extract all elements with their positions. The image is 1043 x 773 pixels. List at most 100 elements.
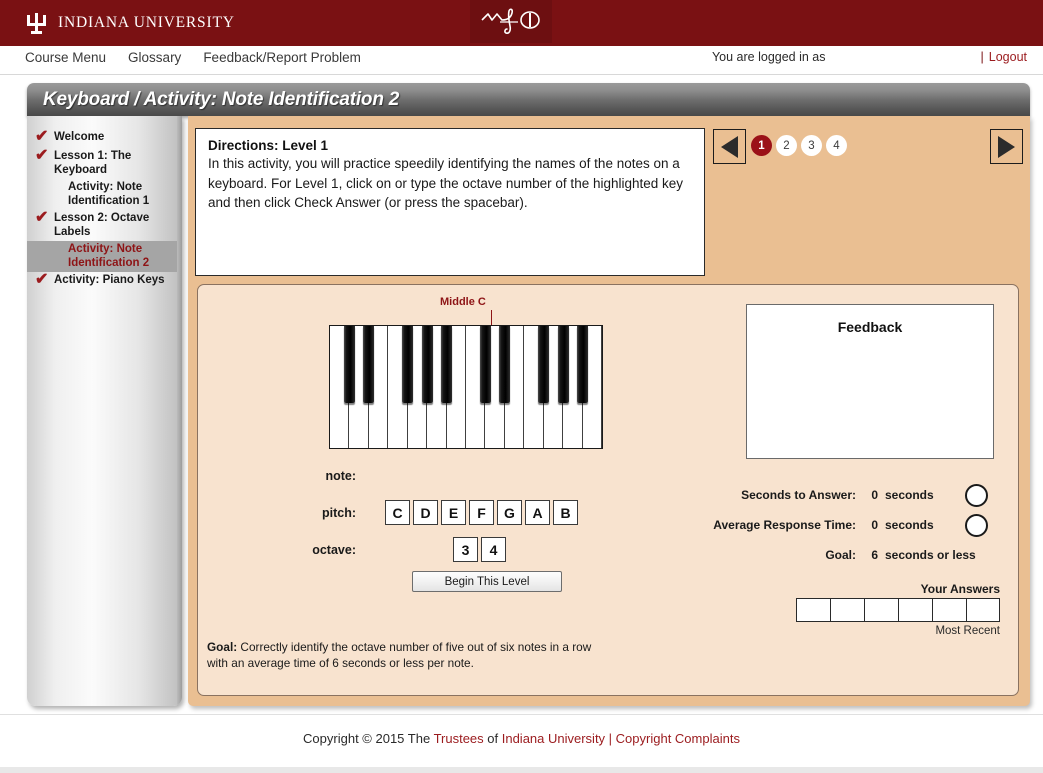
stat-unit: seconds	[885, 488, 934, 502]
black-key-G#3[interactable]	[421, 326, 433, 403]
sidebar-item-label: Welcome	[54, 131, 105, 143]
black-key-C#4[interactable]	[479, 326, 491, 403]
page-title: Keyboard / Activity: Note Identification…	[43, 89, 400, 110]
middle-c-tick-marker	[491, 310, 492, 325]
sidebar-scrollbar[interactable]	[177, 116, 182, 706]
session-info-group: You are logged in as | Logout	[712, 50, 1027, 64]
level-dot-4[interactable]: 4	[826, 135, 847, 156]
directions-title: Directions: Level 1	[208, 138, 329, 153]
sidebar-nav-list: ✔ Welcome ✔ Lesson 1: The Keyboard Activ…	[27, 129, 177, 291]
copyright-complaints-link[interactable]: Copyright Complaints	[616, 731, 740, 746]
stat-indicator-circle	[965, 513, 988, 537]
nav-glossary[interactable]: Glossary	[128, 50, 181, 65]
middle-c-label: Middle C	[440, 296, 486, 308]
nav-links-group: Course Menu Glossary Feedback/Report Pro…	[25, 50, 361, 65]
logged-in-status: You are logged in as	[711, 50, 826, 64]
black-key-F#4[interactable]	[538, 326, 550, 403]
pitch-button-e[interactable]: E	[441, 500, 466, 525]
pitch-button-g[interactable]: G	[497, 500, 522, 525]
black-key-C#3[interactable]	[343, 326, 355, 403]
your-answers-title: Your Answers	[920, 582, 1000, 596]
most-recent-label: Most Recent	[935, 625, 1000, 637]
black-key-D#4[interactable]	[499, 326, 511, 403]
stat-unit: seconds	[885, 518, 934, 532]
stat-row-goal: Goal: 6 seconds or less	[698, 540, 998, 570]
sidebar-item-label: Lesson 2: Octave Labels	[54, 212, 150, 238]
black-key-G#4[interactable]	[557, 326, 569, 403]
stat-label: Goal:	[825, 548, 856, 562]
check-icon: ✔	[35, 128, 49, 145]
octave-button-3[interactable]: 3	[453, 537, 478, 562]
level-dot-1[interactable]: 1	[751, 135, 772, 156]
sidebar-item-activity-note-id-2[interactable]: Activity: Note Identification 2	[27, 241, 177, 272]
sidebar-item-lesson-2[interactable]: ✔ Lesson 2: Octave Labels	[27, 210, 177, 241]
black-key-D#3[interactable]	[363, 326, 375, 403]
iu-header-bar: INDIANA UNIVERSITY	[0, 0, 1043, 46]
sidebar-item-label: Activity: Piano Keys	[54, 274, 165, 286]
level-dot-3[interactable]: 3	[801, 135, 822, 156]
pitch-button-group: C D E F G A B	[385, 500, 578, 525]
main-content-area: Directions: Level 1 In this activity, yo…	[188, 116, 1030, 706]
sidebar-item-lesson-1[interactable]: ✔ Lesson 1: The Keyboard	[27, 148, 177, 179]
sidebar-item-label: Activity: Note Identification 1	[68, 181, 150, 207]
stat-row-seconds-to-answer: Seconds to Answer: 0 seconds	[698, 480, 998, 510]
black-key-A#3[interactable]	[441, 326, 453, 403]
octave-button-group: 3 4	[453, 537, 506, 562]
pitch-row-label: pitch:	[321, 506, 356, 520]
page-footer: Copyright © 2015 The Trustees of Indiana…	[0, 714, 1043, 773]
pitch-button-b[interactable]: B	[553, 500, 578, 525]
level-navigation: 1 2 3 4	[713, 129, 1023, 169]
stat-label: Average Response Time:	[713, 518, 856, 532]
logout-link[interactable]: Logout	[989, 50, 1027, 64]
piano-keyboard[interactable]	[329, 325, 603, 449]
sidebar-item-label: Lesson 1: The Keyboard	[54, 150, 132, 176]
sidebar-item-activity-note-id-1[interactable]: Activity: Note Identification 1	[27, 179, 177, 210]
footer-separator: |	[605, 731, 616, 746]
pitch-button-a[interactable]: A	[525, 500, 550, 525]
nav-course-menu[interactable]: Course Menu	[25, 50, 106, 65]
begin-this-level-button[interactable]: Begin This Level	[412, 571, 562, 592]
directions-panel: Directions: Level 1 In this activity, yo…	[195, 128, 705, 276]
answer-cell	[830, 598, 864, 622]
directions-body: In this activity, you will practice spee…	[208, 156, 684, 210]
check-icon: ✔	[35, 271, 49, 288]
top-navigation-bar: Course Menu Glossary Feedback/Report Pro…	[0, 46, 1043, 75]
indiana-university-link[interactable]: Indiana University	[502, 731, 605, 746]
feedback-title: Feedback	[837, 319, 903, 335]
of-text: of	[483, 731, 502, 746]
black-key-A#4[interactable]	[577, 326, 589, 403]
sidebar-item-welcome[interactable]: ✔ Welcome	[27, 129, 177, 148]
check-icon: ✔	[35, 209, 49, 226]
feedback-panel: Feedback	[746, 304, 994, 459]
answer-cell	[864, 598, 898, 622]
trustees-link[interactable]: Trustees	[434, 731, 484, 746]
pitch-button-c[interactable]: C	[385, 500, 410, 525]
stat-indicator-circle	[965, 483, 988, 507]
nav-feedback-report-problem[interactable]: Feedback/Report Problem	[203, 50, 361, 65]
next-arrow-icon	[998, 135, 1015, 158]
previous-level-button[interactable]	[713, 129, 746, 164]
goal-description: Goal: Correctly identify the octave numb…	[207, 640, 607, 671]
goal-body: Correctly identify the octave number of …	[207, 640, 592, 670]
stat-value: 0	[871, 488, 878, 502]
level-dots-group: 1 2 3 4	[751, 135, 847, 156]
answer-cell	[966, 598, 1000, 622]
sidebar-item-activity-piano-keys[interactable]: ✔ Activity: Piano Keys	[27, 272, 177, 291]
next-level-button[interactable]	[990, 129, 1023, 164]
iu-trident-icon	[26, 11, 47, 35]
level-dot-2[interactable]: 2	[776, 135, 797, 156]
iu-brand[interactable]: INDIANA UNIVERSITY	[26, 11, 235, 35]
pitch-button-d[interactable]: D	[413, 500, 438, 525]
activity-panel: Middle C note: pitch: octave: C D E F G …	[197, 284, 1019, 696]
page-title-bar: Keyboard / Activity: Note Identification…	[27, 83, 1030, 116]
octave-button-4[interactable]: 4	[481, 537, 506, 562]
black-key-F#3[interactable]	[402, 326, 414, 403]
footer-copyright: Copyright © 2015 The Trustees of Indiana…	[0, 715, 1043, 746]
stat-value: 6	[871, 548, 878, 562]
pitch-button-f[interactable]: F	[469, 500, 494, 525]
check-icon: ✔	[35, 147, 49, 164]
stat-label: Seconds to Answer:	[741, 488, 856, 502]
answer-cell	[796, 598, 830, 622]
answer-cell	[932, 598, 966, 622]
octave-row-label: octave:	[312, 543, 356, 557]
